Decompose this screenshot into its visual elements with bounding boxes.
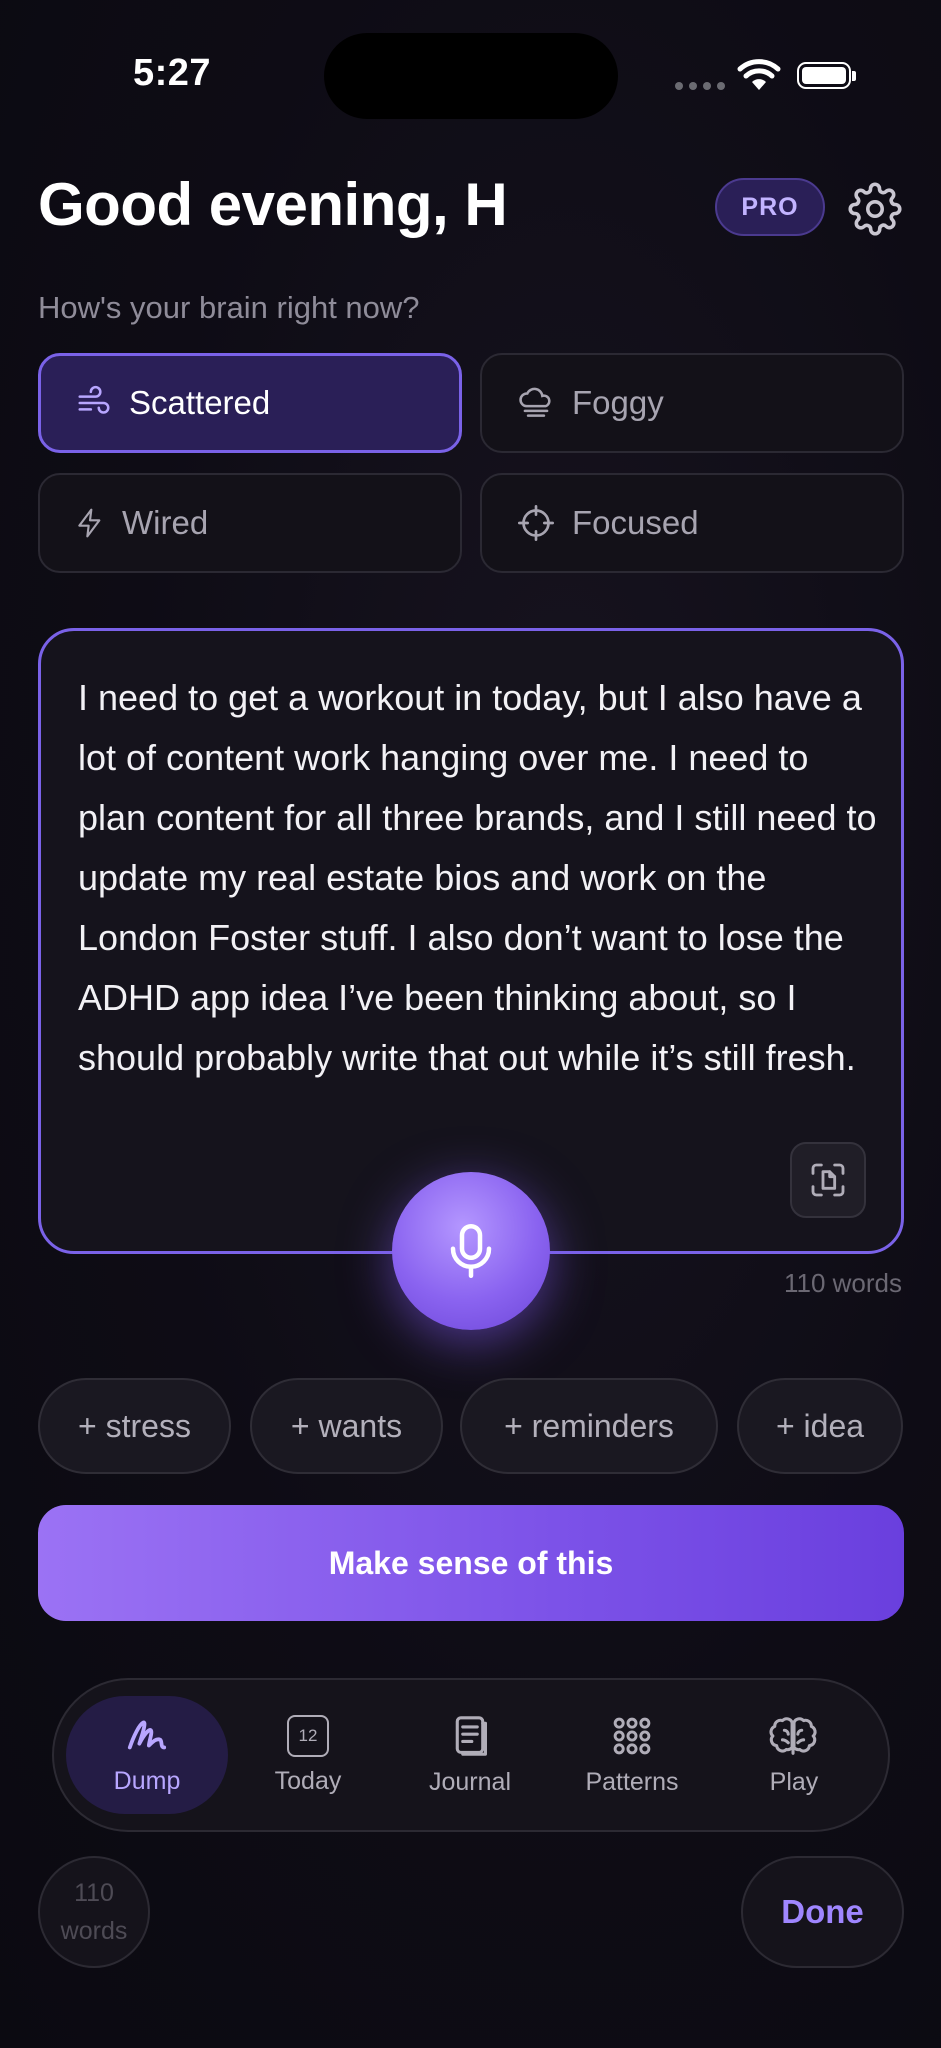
mood-label: Scattered: [129, 384, 271, 421]
mood-option-scattered[interactable]: Scattered: [38, 353, 462, 453]
chip-wants[interactable]: + wants: [250, 1378, 443, 1474]
tab-dump[interactable]: Dump: [66, 1696, 228, 1814]
mood-question: How's your brain right now?: [38, 290, 420, 325]
tab-journal[interactable]: Journal: [389, 1696, 551, 1814]
brain-dump-text[interactable]: I need to get a workout in today, but I …: [78, 668, 878, 1088]
microphone-button[interactable]: [392, 1172, 550, 1330]
mood-label: Wired: [122, 504, 209, 541]
word-count-number: 110: [74, 1879, 114, 1907]
tab-label: Patterns: [585, 1767, 679, 1796]
mood-option-wired[interactable]: Wired: [38, 473, 462, 573]
crosshair-icon: [518, 505, 554, 541]
done-button[interactable]: Done: [741, 1856, 904, 1968]
make-sense-button[interactable]: Make sense of this: [38, 1505, 904, 1621]
battery-icon: [797, 62, 856, 89]
mood-label: Foggy: [572, 384, 664, 421]
mood-option-focused[interactable]: Focused: [480, 473, 904, 573]
tab-label: Today: [274, 1766, 342, 1795]
scan-document-icon: [811, 1163, 845, 1197]
word-count-badge: 110 words: [38, 1856, 150, 1968]
wind-icon: [78, 385, 110, 414]
dot-grid-icon: [613, 1717, 651, 1754]
scan-document-button[interactable]: [790, 1142, 866, 1218]
calendar-icon: 12: [287, 1714, 329, 1757]
pro-badge[interactable]: PRO: [715, 178, 825, 236]
fog-cloud-icon: [519, 387, 551, 417]
gear-icon[interactable]: [848, 182, 902, 236]
tab-label: Journal: [429, 1767, 511, 1796]
microphone-icon: [450, 1224, 492, 1278]
chip-idea[interactable]: + idea: [737, 1378, 903, 1474]
tab-label: Dump: [113, 1766, 181, 1795]
word-count: 110 words: [783, 1268, 902, 1298]
mood-label: Focused: [572, 504, 699, 541]
cellular-signal-icon: [675, 82, 725, 90]
tab-patterns[interactable]: Patterns: [551, 1696, 713, 1814]
tab-label: Play: [769, 1767, 819, 1796]
brain-icon: [769, 1716, 817, 1755]
tab-today[interactable]: 12 Today: [227, 1696, 389, 1814]
chip-stress[interactable]: + stress: [38, 1378, 231, 1474]
tab-play[interactable]: Play: [713, 1696, 875, 1814]
chip-reminders[interactable]: + reminders: [460, 1378, 718, 1474]
lightning-icon: [78, 508, 101, 538]
calendar-date: 12: [298, 1725, 318, 1745]
status-time: 5:27: [133, 52, 212, 94]
dynamic-island: [324, 33, 618, 119]
page-title: Good evening, H: [38, 171, 508, 238]
notebook-icon: [455, 1715, 487, 1756]
mood-option-foggy[interactable]: Foggy: [480, 353, 904, 453]
word-count-unit: words: [60, 1917, 128, 1945]
wifi-icon: [737, 59, 781, 90]
scribble-icon: [127, 1720, 167, 1749]
